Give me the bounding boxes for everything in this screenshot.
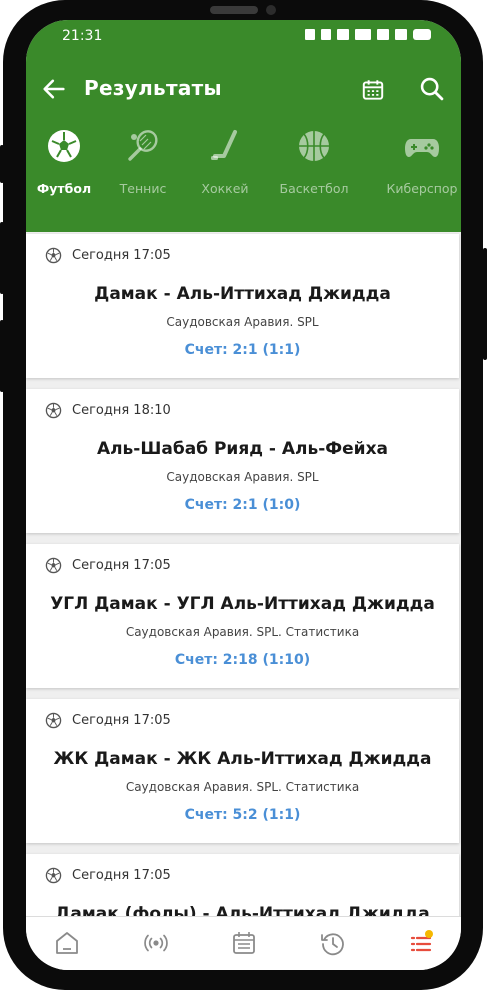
match-score: Счет: 2:1 (1:0) — [184, 497, 301, 513]
back-arrow-icon[interactable] — [40, 75, 68, 103]
tab-hockey[interactable]: Хоккей — [177, 128, 273, 208]
tab-label: Баскетбол — [279, 181, 349, 196]
match-card[interactable]: Сегодня 18:10 Аль-Шабаб Рияд - Аль-Фейха… — [26, 389, 459, 533]
results-list: Сегодня 17:05 Дамак - Аль-Иттихад Джидда… — [26, 232, 461, 916]
match-time: Сегодня 17:05 — [72, 713, 171, 728]
match-time: Сегодня 17:05 — [72, 558, 171, 573]
gamepad-icon — [405, 139, 439, 157]
tab-label: Хоккей — [201, 181, 249, 196]
match-teams: УГЛ Дамак - УГЛ Аль-Иттихад Джидда — [50, 594, 435, 614]
match-card[interactable]: Сегодня 17:05 Дамак (фолы) - Аль-Иттихад… — [26, 854, 459, 916]
phone-screen: 21:31 Результаты Футбол Теннис Хоккей Ба… — [26, 20, 461, 970]
tab-basketball[interactable]: Баскетбол — [266, 128, 362, 208]
calendar-icon[interactable] — [360, 77, 386, 103]
power-button — [483, 248, 487, 360]
phone-camera — [266, 5, 276, 15]
match-header: Сегодня 17:05 — [45, 867, 171, 884]
soccer-ball-icon — [45, 867, 62, 884]
status-bar: 21:31 — [26, 20, 461, 52]
tab-label: Киберспор — [386, 181, 458, 196]
tennis-racket-icon — [128, 130, 158, 161]
match-league: Саудовская Аравия. SPL — [166, 315, 319, 329]
match-score: Счет: 2:18 (1:10) — [174, 652, 311, 668]
match-time: Сегодня 17:05 — [72, 248, 171, 263]
status-time: 21:31 — [62, 28, 103, 44]
nav-bet-slip[interactable] — [401, 923, 441, 963]
match-card[interactable]: Сегодня 17:05 Дамак - Аль-Иттихад Джидда… — [26, 234, 459, 378]
soccer-ball-icon — [45, 712, 62, 729]
tab-esports[interactable]: Киберспор — [374, 128, 461, 208]
home-icon — [56, 932, 78, 954]
match-teams: Дамак - Аль-Иттихад Джидда — [94, 284, 391, 304]
signal-icon — [377, 29, 389, 40]
mute-icon — [321, 29, 331, 40]
match-score: Счет: 2:1 (1:1) — [184, 342, 301, 358]
calendar-icon — [233, 932, 255, 954]
phone-speaker — [210, 6, 258, 14]
match-header: Сегодня 17:05 — [45, 247, 171, 264]
hockey-stick-icon — [211, 130, 237, 160]
signal-icon — [395, 29, 407, 40]
match-card[interactable]: Сегодня 17:05 УГЛ Дамак - УГЛ Аль-Иттиха… — [26, 544, 459, 688]
match-score: Счет: 5:2 (1:1) — [184, 807, 301, 823]
match-teams: Аль-Шабаб Рияд - Аль-Фейха — [96, 439, 389, 459]
live-broadcast-icon — [144, 934, 168, 952]
soccer-ball-icon — [48, 130, 80, 162]
match-header: Сегодня 18:10 — [45, 402, 171, 419]
match-header: Сегодня 17:05 — [45, 557, 171, 574]
nav-schedule[interactable] — [224, 923, 264, 963]
match-header: Сегодня 17:05 — [45, 712, 171, 729]
app-header: 21:31 Результаты Футбол Теннис Хоккей Ба… — [26, 20, 461, 232]
match-league: Саудовская Аравия. SPL. Статистика — [125, 625, 360, 639]
match-teams: ЖК Дамак - ЖК Аль-Иттихад Джидда — [53, 749, 432, 769]
sport-tabs: Футбол Теннис Хоккей Баскетбол Киберспор — [26, 128, 461, 208]
soccer-ball-icon — [45, 402, 62, 419]
match-time: Сегодня 18:10 — [72, 403, 171, 418]
bet-slip-list-icon — [410, 930, 433, 952]
alarm-icon — [305, 29, 315, 40]
nav-home[interactable] — [47, 923, 87, 963]
soccer-ball-icon — [45, 247, 62, 264]
battery-icon — [413, 29, 431, 40]
bottom-navigation — [26, 916, 461, 970]
status-icons — [305, 29, 431, 40]
match-teams: Дамак (фолы) - Аль-Иттихад Джидда — [55, 904, 430, 916]
nav-live[interactable] — [136, 923, 176, 963]
search-icon[interactable] — [418, 75, 446, 103]
toolbar: Результаты — [26, 70, 461, 110]
volte-icon — [355, 29, 371, 40]
nav-history[interactable] — [313, 923, 353, 963]
basketball-icon — [299, 131, 329, 161]
history-icon — [321, 933, 344, 956]
wifi-icon — [337, 29, 349, 40]
page-title: Результаты — [84, 76, 222, 100]
match-league: Саудовская Аравия. SPL — [166, 470, 319, 484]
soccer-ball-icon — [45, 557, 62, 574]
match-card[interactable]: Сегодня 17:05 ЖК Дамак - ЖК Аль-Иттихад … — [26, 699, 459, 843]
match-time: Сегодня 17:05 — [72, 868, 171, 883]
match-league: Саудовская Аравия. SPL. Статистика — [125, 780, 360, 794]
